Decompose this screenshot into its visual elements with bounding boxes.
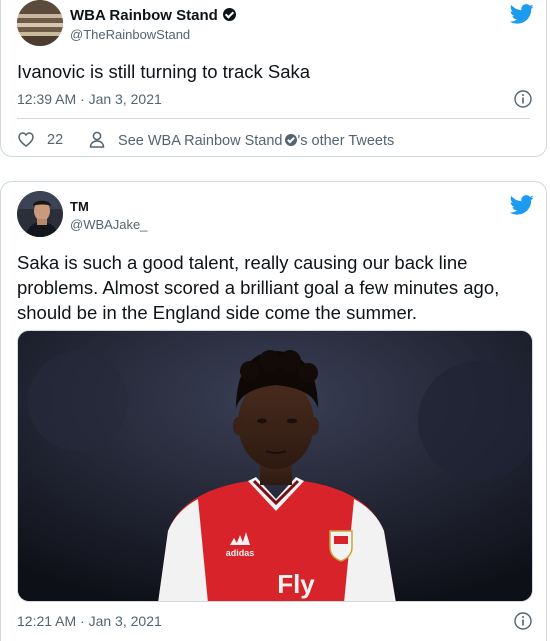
- tweet-timestamp[interactable]: 12:39 AM · Jan 3, 2021: [17, 91, 162, 107]
- author-handle[interactable]: @TheRainbowStand: [70, 27, 190, 42]
- author-avatar[interactable]: [17, 191, 63, 237]
- tweet-timestamp[interactable]: 12:21 AM · Jan 3, 2021: [17, 613, 162, 629]
- author-avatar[interactable]: [17, 0, 63, 46]
- verified-icon: [285, 134, 298, 146]
- tweet-photo[interactable]: adidas Fly: [17, 330, 533, 602]
- like-count: 22: [47, 132, 64, 148]
- twitter-bird-icon[interactable]: [510, 195, 534, 215]
- tweet-card-2[interactable]: TM @WBAJake_ Saka is such a good talent,…: [0, 181, 547, 641]
- shirt-sponsor-text: Fly: [277, 569, 315, 599]
- heart-icon: [18, 132, 34, 147]
- divider: [17, 118, 530, 119]
- author-name[interactable]: WBA Rainbow Stand: [70, 7, 236, 24]
- shirt-brand-text: adidas: [226, 548, 255, 558]
- author-name[interactable]: TM: [70, 199, 89, 214]
- verified-icon: [222, 8, 236, 21]
- author-handle[interactable]: @WBAJake_: [70, 217, 148, 232]
- other-tweets-link[interactable]: See WBA Rainbow Stand's other Tweets: [89, 131, 394, 149]
- info-icon[interactable]: [514, 612, 532, 630]
- tweet-card-1[interactable]: WBA Rainbow Stand @TheRainbowStand Ivano…: [0, 0, 547, 157]
- like-action[interactable]: 22: [17, 131, 63, 148]
- info-icon[interactable]: [514, 90, 532, 108]
- tweet-text: Ivanovic is still turning to track Saka: [17, 61, 311, 82]
- tweet-text: Saka is such a good talent, really causi…: [17, 252, 500, 323]
- person-icon: [89, 131, 105, 148]
- twitter-bird-icon[interactable]: [510, 4, 534, 24]
